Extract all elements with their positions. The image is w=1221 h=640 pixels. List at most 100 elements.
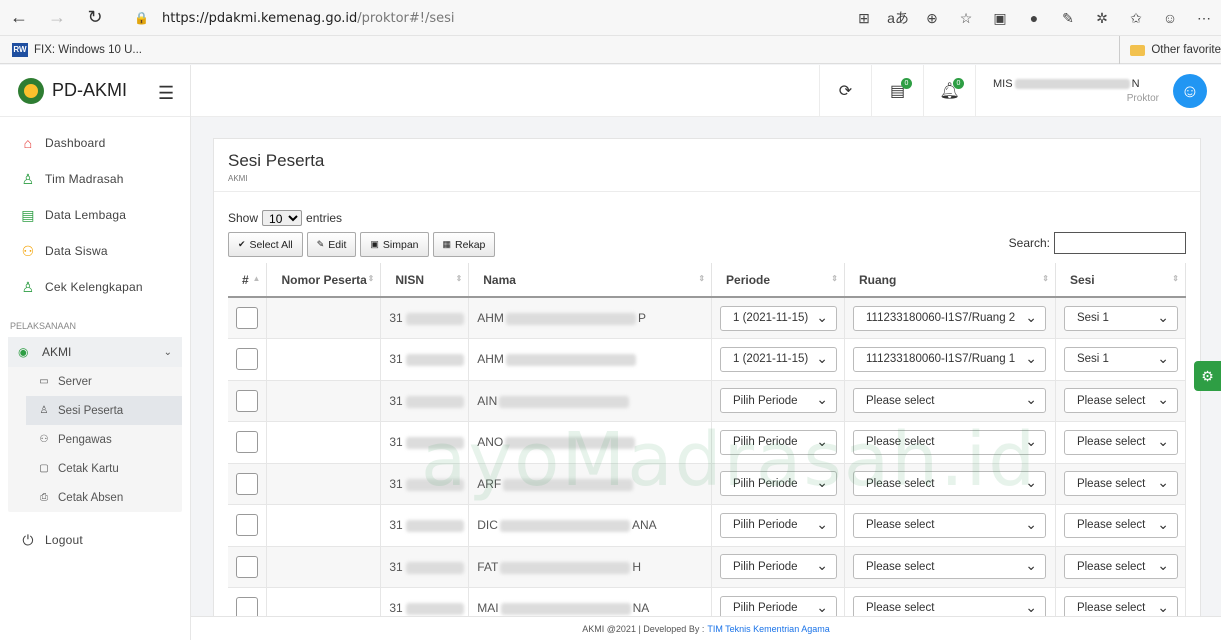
sidebar-item-data-lembaga[interactable]: ▤ Data Lembaga: [0, 197, 190, 233]
ruang-value: Please select: [865, 477, 935, 490]
entries-select[interactable]: 10: [262, 210, 303, 226]
simpan-label: Simpan: [382, 238, 419, 251]
row-checkbox[interactable]: [236, 348, 258, 371]
forward-icon[interactable]: →: [38, 0, 76, 36]
row-checkbox[interactable]: [236, 555, 258, 578]
lock-icon: 🔒: [134, 11, 149, 25]
row-checkbox[interactable]: [236, 514, 258, 537]
col-nomor-peserta[interactable]: Nomor Peserta ⇕: [266, 263, 382, 298]
print-icon: ⎙: [40, 492, 48, 503]
col-periode[interactable]: Periode ⇕: [711, 263, 845, 298]
extensions-icon[interactable]: ✲: [1085, 0, 1119, 36]
col-number[interactable]: # ▲: [228, 263, 268, 298]
ruang-select[interactable]: Please select: [852, 512, 1046, 538]
redacted-text: [505, 354, 636, 367]
sidebar-item-tim-madrasah[interactable]: ♙ Tim Madrasah: [0, 161, 190, 197]
save-icon: ▣: [370, 239, 379, 249]
sidebar-item-data-siswa[interactable]: ⚇ Data Siswa: [0, 233, 190, 269]
favorite-item[interactable]: RW FIX: Windows 10 U...: [12, 42, 142, 57]
sesi-select[interactable]: Please select: [1063, 554, 1178, 580]
sidebar-subitem-sesi-peserta[interactable]: ♙ Sesi Peserta: [26, 396, 182, 425]
sidebar-subitem-label: Cetak Kartu: [58, 462, 119, 475]
row-checkbox[interactable]: [236, 472, 258, 495]
url-host: https://pdakmi.kemenag.go.id: [162, 10, 358, 26]
back-icon[interactable]: ←: [0, 0, 38, 36]
sidebar-item-cek-kelengkapan[interactable]: ♙ Cek Kelengkapan: [0, 269, 190, 305]
col-nisn[interactable]: NISN ⇕: [380, 263, 470, 298]
sidebar-subitem-server[interactable]: ▭ Server: [8, 367, 182, 396]
favorites-icon[interactable]: ✩: [1119, 0, 1153, 36]
periode-select[interactable]: 1 (2021-11-15): [720, 346, 838, 372]
notifications-button[interactable]: 🔔︎ 0: [923, 65, 975, 117]
periode-select[interactable]: Pilih Periode: [720, 554, 838, 580]
ruang-select[interactable]: Please select: [852, 429, 1046, 455]
row-checkbox[interactable]: [236, 307, 258, 329]
row-checkbox[interactable]: [236, 597, 258, 616]
hamburger-icon[interactable]: ☰: [158, 83, 174, 104]
profile-icon[interactable]: ☺: [1153, 0, 1187, 36]
sesi-select[interactable]: Sesi 1: [1063, 305, 1178, 331]
extension-icon[interactable]: ▣: [983, 0, 1017, 36]
sesi-select[interactable]: Please select: [1063, 512, 1178, 538]
sesi-select[interactable]: Please select: [1063, 429, 1178, 455]
cell-nama: AHM P: [468, 297, 713, 339]
sync-button[interactable]: ⟳: [819, 65, 871, 117]
sesi-select[interactable]: Please select: [1063, 471, 1178, 497]
sidebar-item-logout[interactable]: ⏻ Logout: [0, 522, 190, 558]
cell-nomor-peserta: [266, 546, 382, 588]
refresh-icon[interactable]: ↻: [76, 0, 114, 36]
row-checkbox[interactable]: [236, 389, 258, 412]
edit-button[interactable]: ✎ Edit: [306, 232, 357, 257]
sidebar-item-dashboard[interactable]: ⌂ Dashboard: [0, 125, 190, 161]
redacted-text: [503, 478, 634, 491]
periode-select[interactable]: 1 (2021-11-15): [720, 305, 838, 331]
ruang-select[interactable]: Please select: [852, 388, 1046, 414]
cell-nisn: 31: [380, 463, 470, 505]
ruang-select[interactable]: Please select: [852, 554, 1046, 580]
rekap-button[interactable]: ▦ Rekap: [432, 232, 496, 257]
periode-select[interactable]: Pilih Periode: [720, 595, 838, 616]
ruang-select[interactable]: Please select: [852, 471, 1046, 497]
sidebar-subitem-pengawas[interactable]: ⚇ Pengawas: [8, 425, 182, 454]
sesi-select[interactable]: Sesi 1: [1063, 346, 1178, 372]
periode-select[interactable]: Pilih Periode: [720, 429, 838, 455]
avatar[interactable]: ☺: [1173, 74, 1207, 108]
cell-checkbox: [228, 463, 268, 505]
more-icon[interactable]: ⋯: [1187, 0, 1221, 36]
simpan-button[interactable]: ▣ Simpan: [360, 232, 429, 257]
sidebar-subitem-cetak-kartu[interactable]: ▢ Cetak Kartu: [8, 454, 182, 483]
footer-link[interactable]: TIM Teknis Kementrian Agama: [707, 624, 829, 634]
col-ruang[interactable]: Ruang ⇕: [844, 263, 1056, 298]
settings-gear-icon[interactable]: ⚙: [1194, 361, 1221, 391]
favorite-add-icon[interactable]: ☆: [949, 0, 983, 36]
ruang-select[interactable]: 111233180060-I1S7/Ruang 1: [852, 346, 1046, 372]
pen-extension-icon[interactable]: ✎: [1051, 0, 1085, 36]
redacted-text: [505, 437, 636, 450]
colors-extension-icon[interactable]: ●: [1017, 0, 1051, 36]
address-bar[interactable]: 🔒 https://pdakmi.kemenag.go.id/proktor#!…: [134, 5, 942, 31]
sesi-select[interactable]: Please select: [1063, 595, 1178, 616]
periode-select[interactable]: Pilih Periode: [720, 471, 838, 497]
messages-button[interactable]: ▤ 0: [871, 65, 923, 117]
periode-value: 1 (2021-11-15): [733, 312, 809, 324]
user-menu[interactable]: MIS N Proktor ☺: [975, 65, 1221, 117]
col-nama[interactable]: Nama ⇕: [468, 263, 713, 298]
other-favorites[interactable]: Other favorite: [1119, 36, 1221, 64]
table-header-row: # ▲ Nomor Peserta ⇕ NISN ⇕ Nama ⇕ Periode ⇕ R…: [228, 263, 1187, 298]
search-input[interactable]: [1054, 232, 1186, 254]
apps-icon[interactable]: ⊞: [847, 0, 881, 36]
periode-select[interactable]: Pilih Periode: [720, 388, 838, 414]
sidebar-subitem-cetak-absen[interactable]: ⎙ Cetak Absen: [8, 483, 182, 512]
row-checkbox[interactable]: [236, 431, 258, 454]
cell-periode: Pilih Periode: [711, 380, 845, 422]
zoom-icon[interactable]: ⊕: [915, 0, 949, 36]
ruang-select[interactable]: Please select: [852, 595, 1046, 616]
periode-select[interactable]: Pilih Periode: [720, 512, 838, 538]
sidebar-item-akmi[interactable]: ◉ AKMI ⌄: [8, 337, 182, 367]
ruang-select[interactable]: 111233180060-I1S7/Ruang 2: [852, 305, 1046, 331]
col-sesi[interactable]: Sesi ⇕: [1055, 263, 1187, 298]
page-subtitle: AKMI: [228, 174, 248, 183]
read-aloud-icon[interactable]: aあ: [881, 0, 915, 36]
select-all-button[interactable]: ✔ Select All: [228, 232, 303, 257]
sesi-select[interactable]: Please select: [1063, 388, 1178, 414]
